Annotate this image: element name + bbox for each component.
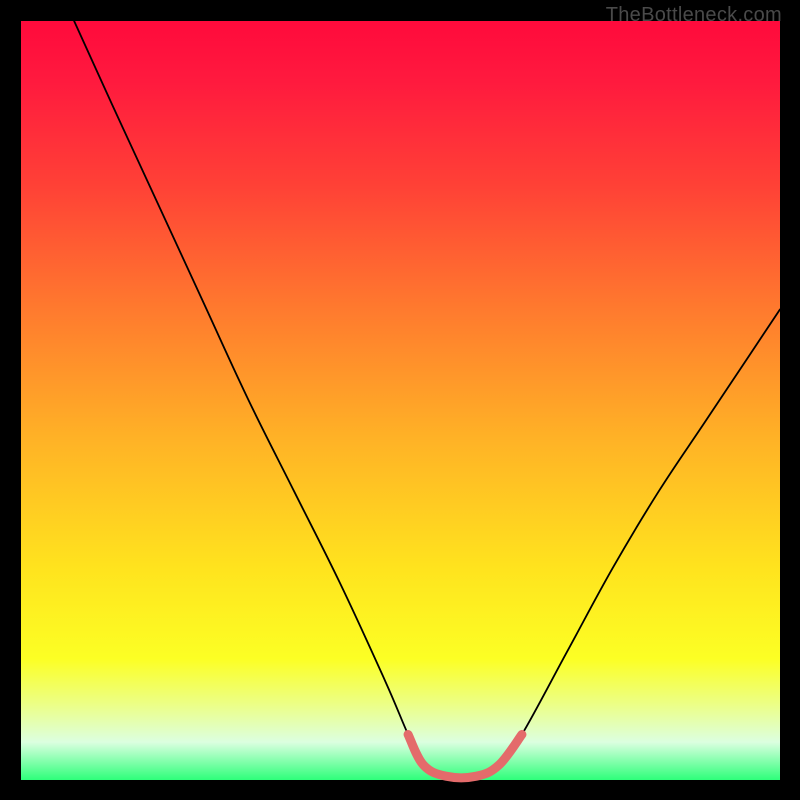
plot-area	[21, 21, 780, 780]
watermark-text: TheBottleneck.com	[606, 4, 782, 27]
curve-layer	[21, 21, 780, 780]
series-optimal-band	[408, 734, 522, 777]
series-bottleneck-curve	[74, 21, 780, 778]
chart-frame: TheBottleneck.com	[0, 0, 800, 800]
